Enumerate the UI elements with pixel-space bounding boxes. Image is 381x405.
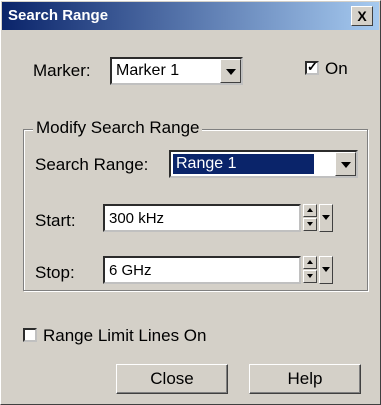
stop-spinner[interactable] bbox=[303, 256, 317, 284]
group-legend: Modify Search Range bbox=[33, 118, 203, 138]
marker-select[interactable]: Marker 1 bbox=[110, 57, 243, 85]
chevron-down-icon[interactable] bbox=[220, 59, 241, 83]
stop-label: Stop: bbox=[35, 263, 75, 282]
search-range-select-value: Range 1 bbox=[172, 153, 315, 175]
start-input[interactable]: 300 kHz bbox=[103, 204, 301, 232]
chevron-down-icon[interactable] bbox=[335, 152, 356, 176]
marker-label: Marker: bbox=[33, 61, 91, 80]
close-button[interactable]: Close bbox=[116, 364, 228, 394]
spin-down-icon[interactable] bbox=[303, 270, 317, 283]
stop-unit-dropdown[interactable] bbox=[319, 256, 333, 284]
checkmark-icon: ✓ bbox=[307, 59, 318, 74]
start-spinner[interactable] bbox=[303, 204, 317, 232]
title-bar[interactable]: Search Range X bbox=[2, 2, 379, 30]
on-checkbox-label: On bbox=[325, 59, 348, 78]
range-limit-lines-label: Range Limit Lines On bbox=[43, 326, 207, 345]
close-window-button[interactable]: X bbox=[351, 6, 373, 26]
start-value: 300 kHz bbox=[109, 210, 165, 227]
range-limit-lines-checkbox[interactable] bbox=[23, 328, 37, 342]
on-checkbox[interactable]: ✓ bbox=[305, 59, 319, 75]
stop-input[interactable]: 6 GHz bbox=[103, 256, 301, 284]
marker-select-value: Marker 1 bbox=[116, 62, 180, 79]
dialog-title: Search Range bbox=[8, 7, 109, 24]
search-range-select[interactable]: Range 1 bbox=[169, 150, 358, 178]
search-range-dialog: Search Range X Marker: Marker 1 ✓ On Mod… bbox=[0, 0, 381, 405]
search-range-label: Search Range: bbox=[35, 155, 149, 174]
stop-value: 6 GHz bbox=[109, 262, 152, 279]
start-unit-dropdown[interactable] bbox=[319, 204, 333, 232]
help-button[interactable]: Help bbox=[249, 364, 361, 394]
spin-down-icon[interactable] bbox=[303, 218, 317, 231]
spin-up-icon[interactable] bbox=[303, 204, 317, 217]
start-label: Start: bbox=[35, 211, 76, 230]
spin-up-icon[interactable] bbox=[303, 256, 317, 269]
